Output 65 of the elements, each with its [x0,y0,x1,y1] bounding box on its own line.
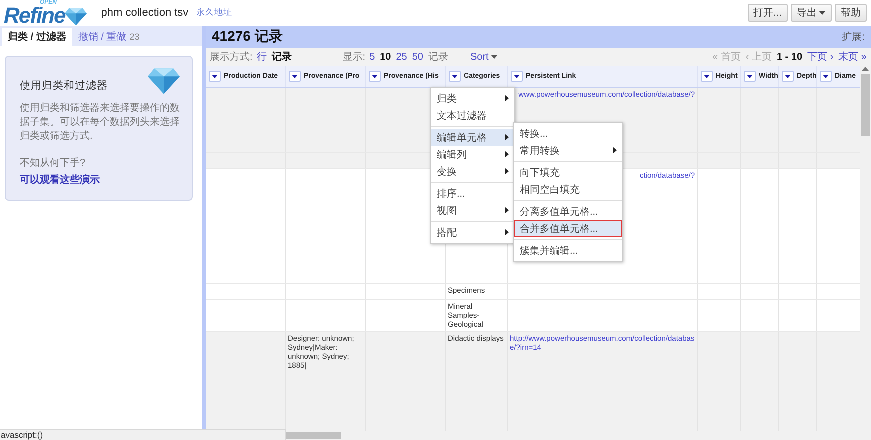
submenu-arrow-icon [505,207,509,214]
show-label: 显示: [342,51,366,64]
diamond-icon [148,67,180,94]
page-size-link[interactable]: 50 [412,52,424,62]
submenu-arrow-icon [505,95,509,102]
page-size-link[interactable]: 25 [396,52,408,62]
dropdown-icon[interactable] [701,71,713,82]
header-button[interactable]: 帮助 [835,4,867,22]
view-mode-link[interactable]: 记录 [272,50,292,64]
menu-item[interactable]: 簇集并编辑... [514,242,622,259]
menu-item[interactable]: 转换... [514,125,622,142]
extensions-label: 扩展: [842,30,865,44]
dropdown-icon[interactable] [289,71,301,82]
dropdown-icon[interactable] [820,71,832,82]
pager-link[interactable]: 下页 › [808,50,834,64]
header-button[interactable]: 打开... [748,4,788,22]
logo-wordmark: Refine [4,6,66,26]
record-count: 41276 记录 [212,28,283,46]
menu-item[interactable]: 编辑单元格 [431,129,514,146]
view-mode-link[interactable]: 行 [256,50,267,64]
dropdown-icon[interactable] [369,71,381,82]
menu-item[interactable]: 编辑列 [431,146,514,163]
menu-item[interactable]: 相同空白填充 [514,181,622,198]
card-text: 使用归类和筛选器来选择要操作的数据子集。可以在每个数据列头来选择归类或筛选方式. [20,102,180,144]
menu-item[interactable]: 文本过滤器 [431,107,514,124]
menu-item[interactable]: 搭配 [431,224,514,241]
view-label: 展示方式: [210,50,253,64]
caret-icon [490,55,498,59]
menu-item[interactable]: 视图 [431,202,514,219]
menu-item[interactable]: 归类 [431,90,514,107]
panel-tab[interactable]: 归类 / 过滤器 [2,28,72,46]
pager-link[interactable]: 末页 » [838,50,867,64]
dropdown-icon[interactable] [782,71,794,82]
submenu-arrow-icon [505,168,509,175]
permalink-link[interactable]: 永久地址 [196,7,233,19]
scroll-thumb[interactable] [861,74,870,136]
menu-item[interactable]: 排序... [431,185,514,202]
caret-icon [819,11,826,15]
menu-item[interactable]: 变换 [431,163,514,180]
scroll-thumb[interactable] [286,432,341,439]
dropdown-icon[interactable] [744,71,756,82]
status-url-tooltip: avascript:() [0,429,286,440]
project-name: phm collection tsv [101,7,189,19]
submenu-arrow-icon [613,147,617,154]
panel-tab[interactable]: 撤销 / 重做 23 [72,28,146,46]
header-button[interactable]: 导出 [791,4,832,22]
page-size-link[interactable]: 5 [370,52,376,62]
page-range: 1 - 10 [776,52,803,62]
menu-item[interactable]: 向下填充 [514,164,622,181]
dropdown-icon[interactable] [209,71,221,82]
dropdown-icon[interactable] [449,71,461,82]
card-question: 不知从何下手? [20,156,87,170]
dropdown-icon[interactable] [511,71,523,82]
page-size-link[interactable]: 10 [380,52,392,62]
menu-item[interactable]: 合并多值单元格... [514,220,622,237]
card-title: 使用归类和过滤器 [20,79,108,93]
logo-diamond-icon [65,6,88,26]
sort-button[interactable]: Sort [470,52,498,62]
menu-item[interactable]: 分离多值单元格... [514,203,622,220]
menu-item[interactable]: 常用转换 [514,142,622,159]
submenu-arrow-icon [505,134,509,141]
submenu-arrow-icon [505,229,509,236]
show-unit: 记录 [428,51,448,64]
demo-link[interactable]: 可以观看这些演示 [20,175,100,186]
submenu-arrow-icon [505,151,509,158]
